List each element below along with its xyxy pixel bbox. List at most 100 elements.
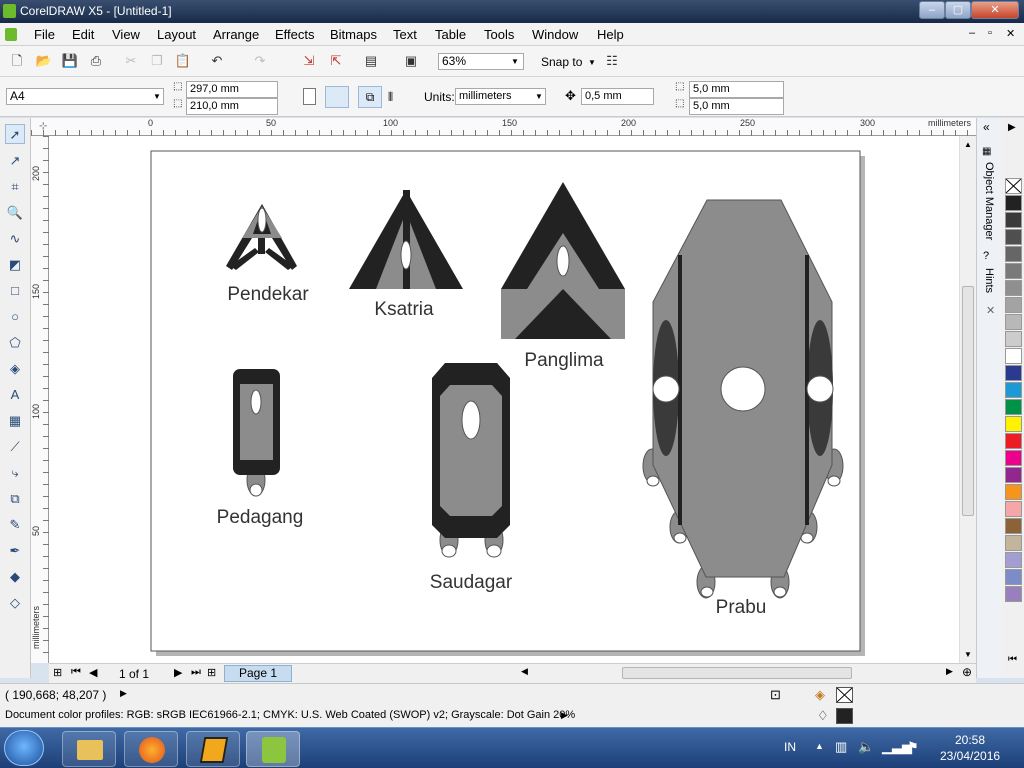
navigator-zoom-icon[interactable]: ⊕ [962,665,972,679]
label-ksatria[interactable]: Ksatria [374,299,434,320]
redo-icon[interactable]: ↷ [251,52,269,70]
vertical-ruler[interactable]: 200 150 100 50 millimeters [31,136,49,663]
tab-object-manager[interactable]: Object Manager [983,162,995,240]
color-swatch[interactable] [1005,399,1022,415]
start-button[interactable] [4,730,44,766]
label-saudagar[interactable]: Saudagar [430,572,513,593]
color-swatch[interactable] [1005,297,1022,313]
color-swatch[interactable] [1005,535,1022,551]
basic-shapes-tool-icon[interactable]: ◈ [5,359,25,379]
table-tool-icon[interactable]: ▦ [5,411,25,431]
color-swatch[interactable] [1005,263,1022,279]
outline-pen-tool-icon[interactable]: ✒ [5,541,25,561]
dimension-tool-icon[interactable]: ⟋ [5,437,25,457]
tab-page-1[interactable]: Page 1 [224,665,292,682]
taskbar-coreldraw-icon[interactable] [246,731,300,767]
page-width-field[interactable]: 297,0 mm [186,81,278,98]
doc-minimize-icon[interactable]: – [969,27,975,39]
vertical-scrollbar[interactable]: ▲ ▼ [959,136,976,663]
color-swatch[interactable] [1005,246,1022,262]
fill-tool-icon[interactable]: ◆ [5,567,25,587]
color-swatch[interactable] [1005,348,1022,364]
smart-fill-tool-icon[interactable]: ◩ [5,255,25,275]
color-swatch[interactable] [1005,586,1022,602]
menu-help[interactable]: Help [597,27,624,42]
tab-hints[interactable]: Hints [983,268,995,293]
color-swatch[interactable] [1005,331,1022,347]
chevron-down-icon[interactable]: ▼ [588,58,596,67]
undo-icon[interactable]: ↶ [208,52,226,70]
add-page-icon[interactable]: ⊞ [53,666,62,679]
crop-tool-icon[interactable]: ⌗ [5,177,25,197]
taskbar-explorer-icon[interactable] [62,731,116,767]
color-swatch[interactable] [1005,450,1022,466]
polygon-tool-icon[interactable]: ⬠ [5,333,25,353]
color-swatch[interactable] [1005,433,1022,449]
ellipse-tool-icon[interactable]: ○ [5,307,25,327]
prev-page-icon[interactable]: ◀ [89,666,97,679]
units-select[interactable]: millimeters [455,88,546,105]
paste-icon[interactable]: 📋 [174,52,192,70]
cut-icon[interactable]: ✂ [122,52,140,70]
text-tool-icon[interactable]: A [5,385,25,405]
color-swatch[interactable] [1005,382,1022,398]
maximize-button[interactable]: ▢ [945,1,971,19]
clock-date[interactable]: 23/04/2016 [940,749,1000,763]
minimize-button[interactable]: – [919,1,945,19]
add-page-after-icon[interactable]: ⊞ [207,666,216,679]
snap-status-icon[interactable]: ⊡ [770,687,781,703]
drawing-canvas[interactable]: Pendekar Ksatria Panglima Pedagang Sauda… [49,136,959,663]
print-icon[interactable]: ⎙ [87,52,105,70]
expand-arrow-icon[interactable]: ▶ [120,688,127,699]
menu-window[interactable]: Window [532,27,578,42]
show-hidden-icons-icon[interactable]: ▲ [815,741,824,751]
color-swatch[interactable] [1005,501,1022,517]
interactive-fill-tool-icon[interactable]: ◇ [5,593,25,613]
scroll-up-icon[interactable]: ▲ [964,140,972,149]
close-button[interactable]: ✕ [971,1,1019,19]
drawing-svg[interactable]: Pendekar Ksatria Panglima Pedagang Sauda… [49,136,959,663]
doc-restore-icon[interactable]: ▫ [988,27,992,39]
last-page-icon[interactable]: ⏭ [191,666,201,679]
label-pedagang[interactable]: Pedagang [217,507,304,528]
palette-flyout-icon[interactable]: ⏮ [1008,654,1017,665]
color-swatch[interactable] [1005,280,1022,296]
close-docker-icon[interactable]: ✕ [986,304,995,317]
color-swatch[interactable] [1005,518,1022,534]
paper-type-select[interactable]: A4 [6,88,164,105]
color-swatch[interactable] [1005,569,1022,585]
rectangle-tool-icon[interactable]: □ [5,281,25,301]
first-page-icon[interactable]: ⏮ [71,666,81,679]
horizontal-ruler[interactable]: ⊹ 0 50 100 150 200 250 300 millimeters [31,118,976,136]
outline-color-indicator[interactable] [836,708,853,724]
collapse-docker-icon[interactable]: « [983,120,990,134]
menu-effects[interactable]: Effects [275,27,315,42]
color-profiles-info[interactable]: Document color profiles: RGB: sRGB IEC61… [5,709,575,721]
menu-table[interactable]: Table [435,27,466,42]
scroll-right-icon[interactable]: ▶ [946,666,953,677]
device-icon[interactable]: ▥ [835,739,847,755]
label-prabu[interactable]: Prabu [716,597,767,618]
chevron-down-icon[interactable]: ▼ [511,57,519,66]
language-indicator[interactable]: IN [784,740,796,754]
chevron-down-icon[interactable]: ▼ [535,92,543,101]
chevron-down-icon[interactable]: ▼ [153,92,161,101]
volume-icon[interactable]: 🔈 [858,739,874,755]
color-swatch[interactable] [1005,552,1022,568]
duplicate-y-field[interactable]: 5,0 mm [689,98,784,115]
menu-edit[interactable]: Edit [72,27,94,42]
color-swatch[interactable] [1005,484,1022,500]
landscape-button[interactable] [325,86,349,108]
application-launcher-icon[interactable]: ▤ [362,52,380,70]
page-height-field[interactable]: 210,0 mm [186,98,278,115]
color-swatch[interactable] [1005,467,1022,483]
next-page-icon[interactable]: ▶ [174,666,182,679]
new-document-icon[interactable]: 🗋 [8,52,26,70]
action-center-icon[interactable]: ⚑ [907,739,919,755]
no-color-swatch[interactable] [1005,178,1022,194]
open-icon[interactable]: 📂 [35,52,53,70]
freehand-tool-icon[interactable]: ∿ [5,229,25,249]
color-swatch[interactable] [1005,195,1022,211]
export-icon[interactable]: ⇱ [327,52,345,70]
expand-arrow-icon[interactable]: ▶ [561,710,568,721]
